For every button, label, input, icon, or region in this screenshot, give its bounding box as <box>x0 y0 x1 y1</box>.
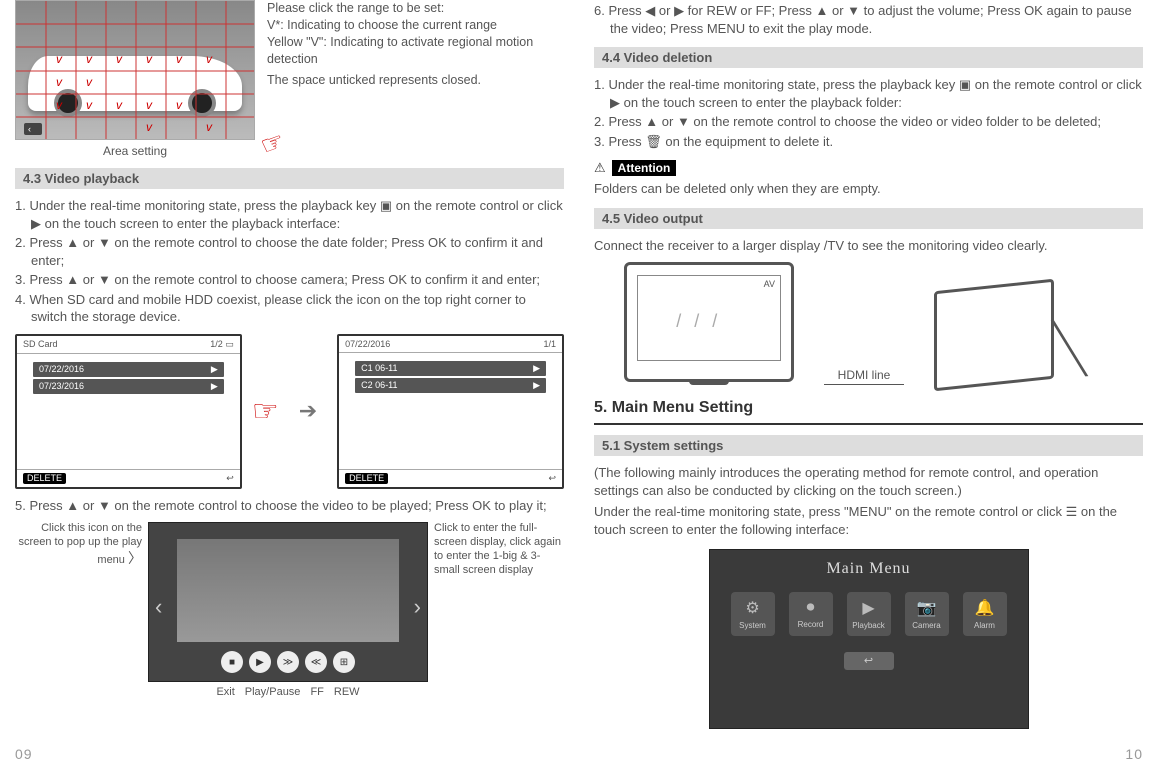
date-folder-screen: 07/22/2016 1/1 C1 06-11▶ C2 06-11▶ DELET… <box>337 334 564 489</box>
section-4-5-header: 4.5 Video output <box>594 208 1143 229</box>
svg-text:v: v <box>176 98 183 112</box>
area-setting-block: vvv vvv vv vvv vv vv ‹ ☞ Area setting <box>15 0 564 158</box>
svg-text:v: v <box>116 52 123 66</box>
pointing-hand-icon: ☞ <box>252 394 279 429</box>
svg-text:v: v <box>56 75 63 89</box>
hdmi-label: HDMI line <box>824 368 904 382</box>
svg-text:v: v <box>56 98 63 112</box>
date-page-indicator: 1/1 <box>543 339 556 349</box>
step: 4. When SD card and mobile HDD coexist, … <box>15 291 564 326</box>
delete-button[interactable]: DELETE <box>345 473 388 484</box>
svg-text:v: v <box>116 98 123 112</box>
main-menu-title: Main Menu <box>826 560 910 578</box>
section-4-3-header: 4.3 Video playback <box>15 168 564 189</box>
menu-playback-icon[interactable]: ▶Playback <box>847 592 891 636</box>
folder-row[interactable]: 07/22/2016▶ <box>33 362 224 377</box>
chevron-left-icon[interactable]: ‹ <box>155 594 162 620</box>
exit-button[interactable]: ■ <box>221 651 243 673</box>
svg-text:v: v <box>176 52 183 66</box>
attention-badge: Attention <box>612 160 677 176</box>
video-output-text: Connect the receiver to a larger display… <box>594 237 1143 255</box>
deletion-steps: 1. Under the real-time monitoring state,… <box>594 76 1143 150</box>
warning-icon <box>594 160 606 176</box>
left-callout: Click this icon on the screen to pop up … <box>15 522 142 567</box>
av-label: AV <box>764 279 775 289</box>
step: 1. Under the real-time monitoring state,… <box>15 197 564 232</box>
sd-icon: ▭ <box>225 339 234 349</box>
playback-steps: 1. Under the real-time monitoring state,… <box>15 197 564 326</box>
step: 2. Press ▲ or ▼ on the remote control to… <box>15 234 564 269</box>
legend-line: Please click the range to be set: <box>267 0 564 17</box>
step: 1. Under the real-time monitoring state,… <box>594 76 1143 111</box>
playback-screens-row: SD Card 1/2 ▭ 07/22/2016▶ 07/23/2016▶ DE… <box>15 334 564 489</box>
area-setting-caption: Area setting <box>15 144 255 158</box>
menu-back-button[interactable]: ↩ <box>844 652 894 670</box>
play-pause-button[interactable]: ▶ <box>249 651 271 673</box>
menu-camera-icon[interactable]: 📷Camera <box>905 592 949 636</box>
page-number: 10 <box>1125 746 1143 762</box>
playback-control-diagram: Click this icon on the screen to pop up … <box>15 522 564 698</box>
date-title: 07/22/2016 <box>345 339 390 349</box>
section-4-4-header: 4.4 Video deletion <box>594 47 1143 68</box>
svg-text:‹: ‹ <box>28 124 31 134</box>
legend-line: V*: Indicating to choose the current ran… <box>267 17 564 34</box>
chevron-right-icon[interactable]: › <box>414 594 421 620</box>
svg-text:v: v <box>206 52 213 66</box>
section-5-header: 5. Main Menu Setting <box>594 393 1143 425</box>
svg-text:v: v <box>86 98 93 112</box>
arrow-right-icon <box>299 398 317 424</box>
step: 3. Press 🗑 on the equipment to delete it… <box>594 133 1143 151</box>
svg-text:v: v <box>146 52 153 66</box>
delete-button[interactable]: DELETE <box>23 473 66 484</box>
tv-illustration: AV / / / <box>624 262 794 382</box>
control-labels: Exit Play/Pause FF REW <box>148 686 428 698</box>
grid-legend: Please click the range to be set: V*: In… <box>267 0 564 158</box>
page-09: vvv vvv vv vvv vv vv ‹ ☞ Area setting <box>0 0 579 770</box>
rew-button[interactable]: ≪ <box>305 651 327 673</box>
ff-button[interactable]: ≫ <box>277 651 299 673</box>
attention-text: Folders can be deleted only when they ar… <box>594 180 1143 198</box>
right-callout: Click to enter the full-screen display, … <box>434 522 564 577</box>
page-number: 09 <box>15 746 33 762</box>
main-menu-screenshot: Main Menu ⚙System ⏺Record ▶Playback 📷Cam… <box>709 549 1029 729</box>
system-settings-note: (The following mainly introduces the ope… <box>594 464 1143 499</box>
menu-system-icon[interactable]: ⚙System <box>731 592 775 636</box>
folder-row[interactable]: 07/23/2016▶ <box>33 379 224 394</box>
svg-text:v: v <box>146 98 153 112</box>
step: 2. Press ▲ or ▼ on the remote control to… <box>594 113 1143 131</box>
sd-page-indicator: 1/2 <box>210 339 223 349</box>
playback-preview-screen: ‹ › ■ ▶ ≫ ≪ ⊞ <box>148 522 428 682</box>
file-row[interactable]: C2 06-11▶ <box>355 378 546 393</box>
step-5: 5. Press ▲ or ▼ on the remote control to… <box>15 497 564 515</box>
page-10: 6. Press ◀ or ▶ for REW or FF; Press ▲ o… <box>579 0 1158 770</box>
file-row[interactable]: C1 06-11▶ <box>355 361 546 376</box>
step: 3. Press ▲ or ▼ on the remote control to… <box>15 271 564 289</box>
legend-line: Yellow "V": Indicating to activate regio… <box>267 34 564 68</box>
legend-line: The space unticked represents closed. <box>267 72 564 89</box>
svg-text:v: v <box>56 52 63 66</box>
step-6: 6. Press ◀ or ▶ for REW or FF; Press ▲ o… <box>594 2 1143 37</box>
svg-text:v: v <box>86 52 93 66</box>
back-icon[interactable]: ↩ <box>226 473 234 484</box>
hdmi-diagram: AV / / / HDMI line <box>624 262 1143 385</box>
sd-card-screen: SD Card 1/2 ▭ 07/22/2016▶ 07/23/2016▶ DE… <box>15 334 242 489</box>
back-icon[interactable]: ↩ <box>548 473 556 484</box>
system-settings-instruction: Under the real-time monitoring state, pr… <box>594 503 1143 538</box>
svg-text:v: v <box>206 120 213 134</box>
svg-text:v: v <box>86 75 93 89</box>
menu-alarm-icon[interactable]: 🔔Alarm <box>963 592 1007 636</box>
section-5-1-header: 5.1 System settings <box>594 435 1143 456</box>
sd-card-title: SD Card <box>23 339 58 350</box>
menu-record-icon[interactable]: ⏺Record <box>789 592 833 636</box>
attention-row: Attention <box>594 160 1143 176</box>
layout-button[interactable]: ⊞ <box>333 651 355 673</box>
receiver-illustration <box>934 279 1054 392</box>
motion-detection-grid: vvv vvv vv vvv vv vv ‹ ☞ <box>15 0 255 140</box>
svg-text:v: v <box>146 120 153 134</box>
